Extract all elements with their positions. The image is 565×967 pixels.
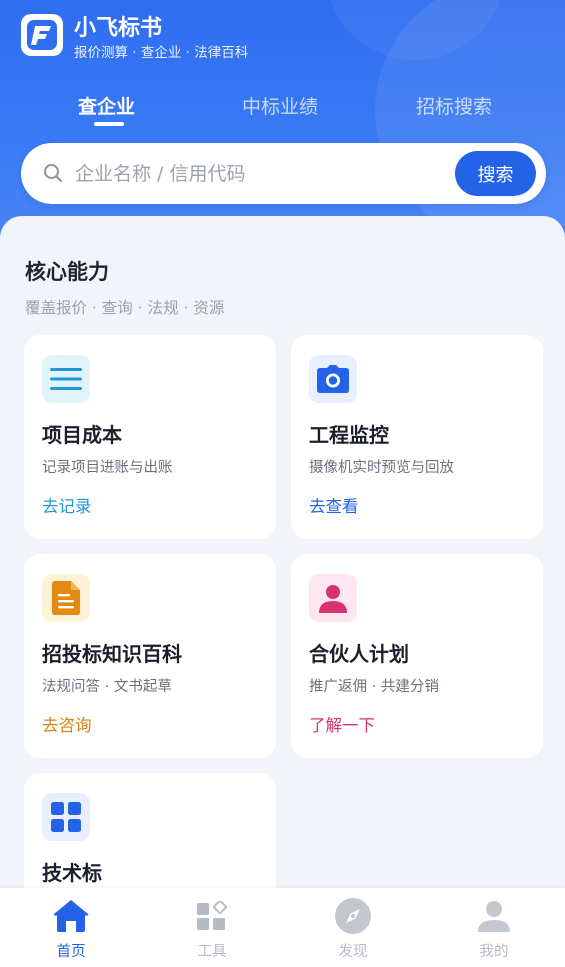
card-link-learn-more[interactable]: 了解一下 — [309, 712, 375, 736]
tab-bid-performance[interactable]: 中标业绩 — [242, 92, 318, 119]
bottom-navigation: 首页 工具 发现 我的 — [0, 888, 565, 967]
app-subtitle: 报价测算 · 查企业 · 法律百科 — [74, 45, 249, 61]
nav-label: 工具 — [197, 944, 227, 960]
card-engineering-monitor[interactable]: 工程监控 摄像机实时预览与回放 去查看 — [291, 335, 543, 539]
person-icon — [309, 574, 357, 622]
main-content: 核心能力 覆盖报价 · 查询 · 法规 · 资源 项目成本 记录项目进账与出账 … — [0, 216, 565, 967]
card-description: 推广返佣 · 共建分销 — [309, 679, 439, 695]
section-title: 核心能力 — [25, 260, 109, 284]
list-icon — [42, 355, 90, 403]
active-tab-indicator — [94, 122, 124, 126]
app-logo — [21, 14, 63, 56]
card-link-record[interactable]: 去记录 — [42, 493, 92, 517]
tab-bar: 查企业 中标业绩 招标搜索 — [0, 92, 565, 132]
card-title: 招投标知识百科 — [42, 642, 182, 666]
tab-tender-search[interactable]: 招标搜索 — [416, 92, 492, 119]
nav-label: 首页 — [56, 944, 86, 960]
home-icon — [51, 896, 91, 936]
app-title: 小飞标书 — [74, 16, 163, 41]
card-description: 法规问答 · 文书起草 — [42, 679, 172, 695]
nav-label: 发现 — [338, 944, 368, 960]
nav-discover[interactable]: 发现 — [313, 896, 393, 962]
card-project-cost[interactable]: 项目成本 记录项目进账与出账 去记录 — [24, 335, 276, 539]
camera-icon — [309, 355, 357, 403]
header: 小飞标书 报价测算 · 查企业 · 法律百科 查企业 中标业绩 招标搜索 搜索 — [0, 0, 565, 250]
card-link-consult[interactable]: 去咨询 — [42, 712, 92, 736]
card-link-view[interactable]: 去查看 — [309, 493, 359, 517]
section-subtitle: 覆盖报价 · 查询 · 法规 · 资源 — [25, 299, 225, 317]
search-icon — [44, 164, 62, 182]
search-input[interactable] — [75, 155, 455, 192]
nav-profile[interactable]: 我的 — [454, 896, 534, 962]
card-partner-program[interactable]: 合伙人计划 推广返佣 · 共建分销 了解一下 — [291, 554, 543, 758]
card-title: 工程监控 — [309, 423, 389, 447]
card-title: 项目成本 — [42, 423, 122, 447]
card-title: 技术标 — [42, 861, 102, 885]
card-title: 合伙人计划 — [309, 642, 409, 666]
card-description: 摄像机实时预览与回放 — [309, 460, 454, 476]
card-description: 记录项目进账与出账 — [42, 460, 173, 476]
app-logo-icon — [27, 20, 57, 50]
document-icon — [42, 574, 90, 622]
tab-company[interactable]: 查企业 — [78, 92, 135, 119]
user-icon — [474, 896, 514, 936]
card-bidding-encyclopedia[interactable]: 招投标知识百科 法规问答 · 文书起草 去咨询 — [24, 554, 276, 758]
search-bar: 搜索 — [21, 143, 546, 204]
tools-icon — [192, 896, 232, 936]
compass-icon — [333, 896, 373, 936]
grid-icon — [42, 793, 90, 841]
search-button[interactable]: 搜索 — [455, 151, 536, 196]
nav-label: 我的 — [479, 944, 509, 960]
nav-home[interactable]: 首页 — [31, 896, 111, 962]
nav-tools[interactable]: 工具 — [172, 896, 252, 962]
